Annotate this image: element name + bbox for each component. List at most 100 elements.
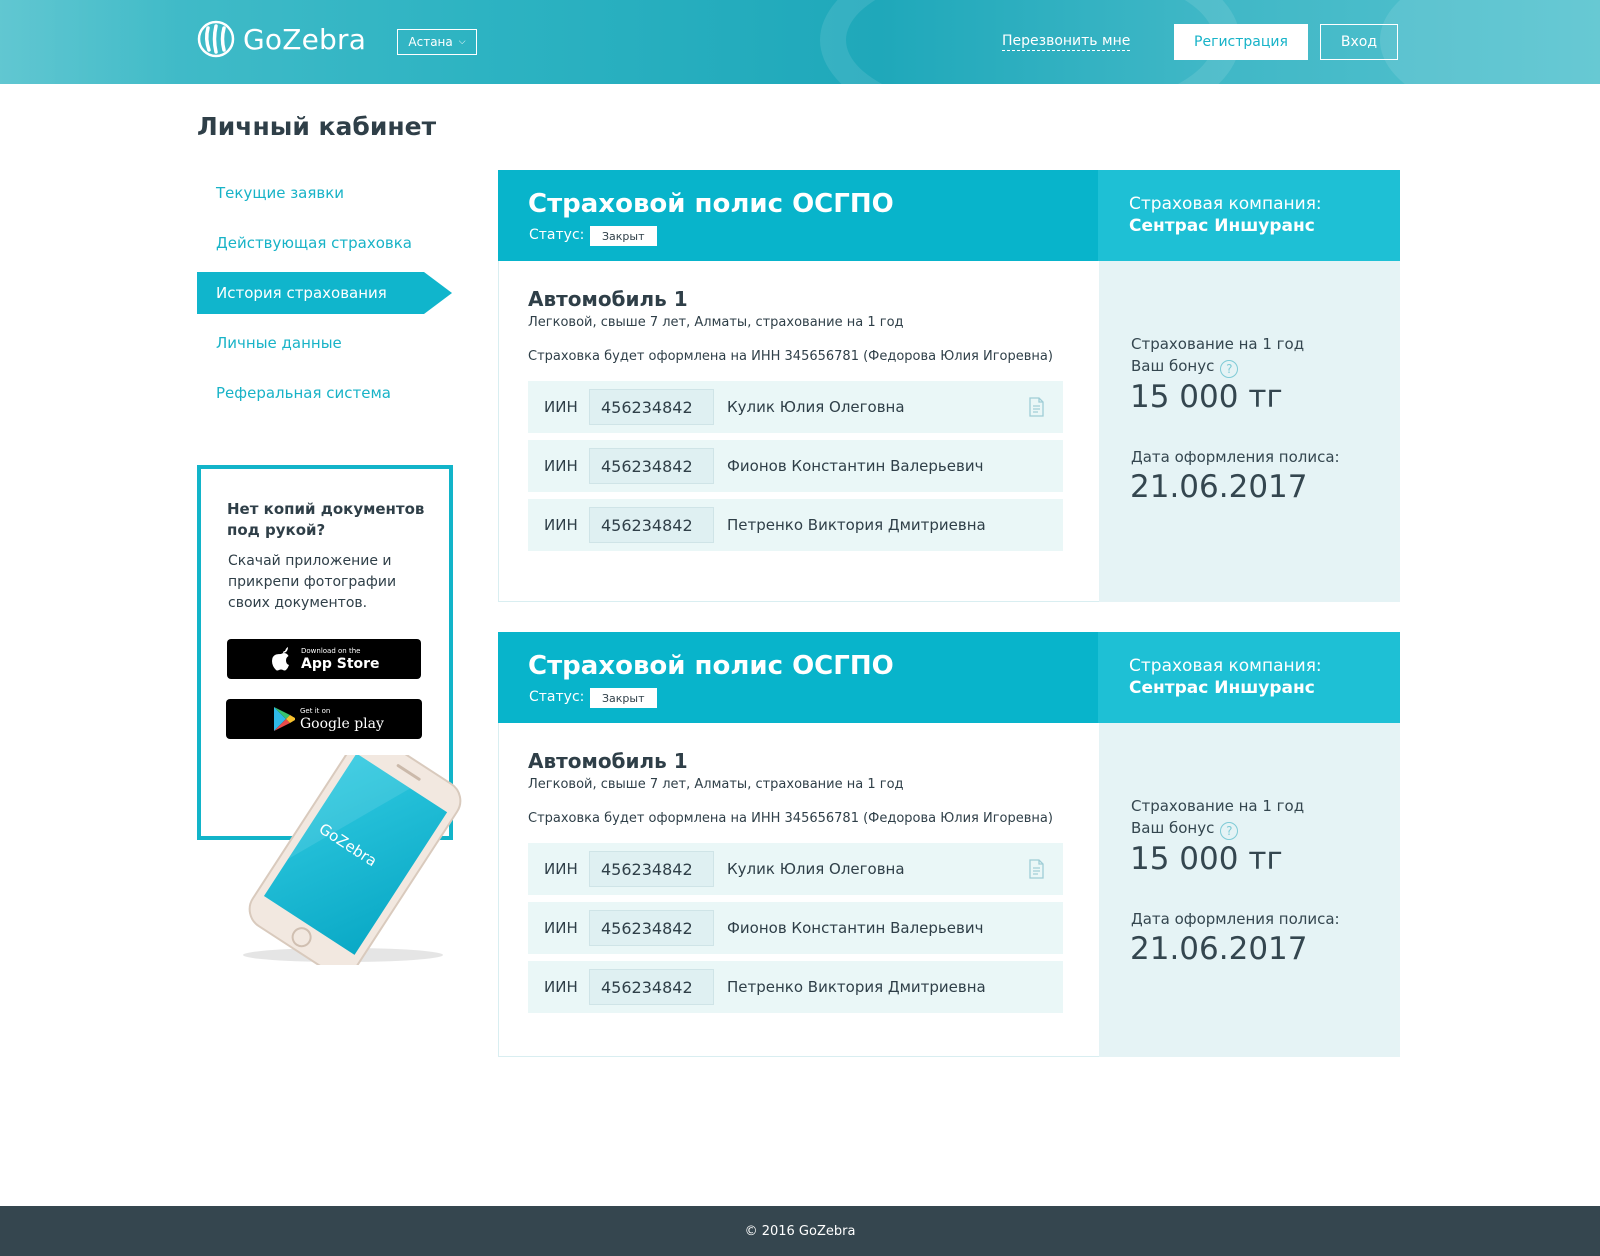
iin-label: ИИН — [544, 978, 578, 996]
callback-link[interactable]: Перезвонить мне — [1002, 33, 1131, 51]
iin-label: ИИН — [544, 516, 578, 534]
company-name: Сентрас Иншуранс — [1129, 216, 1315, 236]
term-label: Страхование на 1 год — [1131, 335, 1305, 353]
sidebar-item-current-requests[interactable]: Текущие заявки — [197, 172, 452, 214]
copyright: © 2016 GoZebra — [744, 1223, 856, 1239]
app-store-button[interactable]: Download on the App Store — [227, 639, 421, 679]
car-title: Автомобиль 1 — [528, 749, 688, 773]
status-badge: Закрыт — [590, 226, 657, 246]
person-row: ИИН 456234842 Фионов Константин Валерьев… — [528, 902, 1063, 954]
sidebar-item-referral[interactable]: Реферальная система — [197, 372, 452, 414]
person-name: Кулик Юлия Олеговна — [727, 860, 905, 878]
iin-value: 456234842 — [589, 969, 714, 1005]
header-decoration — [1380, 0, 1600, 84]
zebra-logo-icon — [197, 20, 235, 58]
person-name: Петренко Виктория Дмитриевна — [727, 978, 986, 996]
city-select-value: Астана — [408, 35, 453, 49]
city-select[interactable]: Астана ⌵ — [397, 29, 477, 55]
person-row: ИИН 456234842 Фионов Константин Валерьев… — [528, 440, 1063, 492]
help-icon[interactable]: ? — [1220, 360, 1239, 378]
iin-value: 456234842 — [589, 851, 714, 887]
person-row: ИИН 456234842 Петренко Виктория Дмитриев… — [528, 499, 1063, 551]
iin-label: ИИН — [544, 457, 578, 475]
document-icon[interactable] — [1028, 859, 1045, 879]
insured-note: Страховка будет оформлена на ИНН 3456567… — [528, 349, 1053, 364]
iin-label: ИИН — [544, 860, 578, 878]
company-label: Страховая компания: — [1129, 194, 1322, 214]
sidebar-item-personal-data[interactable]: Личные данные — [197, 322, 452, 364]
policy-card: Страховой полис ОСГПО Статус: Закрыт Стр… — [498, 632, 1400, 1057]
company-name: Сентрас Иншуранс — [1129, 678, 1315, 698]
date-value: 21.06.2017 — [1130, 469, 1308, 505]
document-icon[interactable] — [1028, 397, 1045, 417]
apple-icon — [272, 647, 289, 671]
phone-image: GoZebra — [243, 733, 462, 977]
date-value: 21.06.2017 — [1130, 931, 1308, 967]
car-details: Легковой, свыше 7 лет, Алматы, страхован… — [528, 315, 904, 330]
bonus-panel: Страхование на 1 год Ваш бонус? 15 000 т… — [1099, 723, 1400, 1057]
help-icon[interactable]: ? — [1220, 822, 1239, 840]
company-label: Страховая компания: — [1129, 656, 1322, 676]
person-row: ИИН 456234842 Кулик Юлия Олеговна — [528, 381, 1063, 433]
car-title: Автомобиль 1 — [528, 287, 688, 311]
policy-card-header: Страховой полис ОСГПО Статус: Закрыт Стр… — [498, 632, 1400, 723]
app-store-label: App Store — [301, 655, 380, 672]
person-name: Фионов Константин Валерьевич — [727, 919, 984, 937]
term-label: Страхование на 1 год — [1131, 797, 1305, 815]
status-label: Статус: — [529, 689, 585, 705]
site-header: GoZebra Астана ⌵ Перезвонить мне Регистр… — [0, 0, 1600, 84]
bonus-label: Ваш бонус — [1131, 819, 1215, 837]
insured-note: Страховка будет оформлена на ИНН 3456567… — [528, 811, 1053, 826]
policy-title: Страховой полис ОСГПО — [528, 651, 894, 681]
company-block: Страховая компания: Сентрас Иншуранс — [1098, 170, 1400, 261]
login-button[interactable]: Вход — [1320, 24, 1398, 60]
car-details: Легковой, свыше 7 лет, Алматы, страхован… — [528, 777, 904, 792]
promo-title: Нет копий документов под рукой? — [227, 500, 425, 539]
company-block: Страховая компания: Сентрас Иншуранс — [1098, 632, 1400, 723]
google-play-caption: Get it on — [300, 706, 331, 715]
status-badge: Закрыт — [590, 688, 657, 708]
person-name: Петренко Виктория Дмитриевна — [727, 516, 986, 534]
iin-value: 456234842 — [589, 910, 714, 946]
sidebar-item-active-insurance[interactable]: Действующая страховка — [197, 222, 452, 264]
brand-logo[interactable]: GoZebra — [197, 20, 366, 58]
sidebar-item-label: Реферальная система — [216, 384, 391, 402]
iin-value: 456234842 — [589, 507, 714, 543]
page-title: Личный кабинет — [197, 112, 437, 141]
sidebar-item-insurance-history[interactable]: История страхования — [197, 272, 452, 314]
policy-card-header: Страховой полис ОСГПО Статус: Закрыт Стр… — [498, 170, 1400, 261]
date-label: Дата оформления полиса: — [1131, 910, 1340, 928]
sidebar-item-label: Действующая страховка — [216, 234, 412, 252]
site-footer: © 2016 GoZebra — [0, 1206, 1600, 1256]
bonus-value: 15 000 тг — [1130, 379, 1283, 415]
bonus-panel: Страхование на 1 год Ваш бонус? 15 000 т… — [1099, 261, 1400, 602]
brand-name: GoZebra — [243, 22, 367, 56]
google-play-button[interactable]: Get it on Google play — [226, 699, 422, 739]
chevron-down-icon: ⌵ — [458, 37, 466, 47]
policy-title: Страховой полис ОСГПО — [528, 189, 894, 219]
google-play-label: Google play — [300, 715, 384, 732]
promo-text: Скачай приложение и прикрепи фотографии … — [228, 553, 397, 611]
person-row: ИИН 456234842 Петренко Виктория Дмитриев… — [528, 961, 1063, 1013]
phone-illustration: GoZebra — [225, 733, 475, 977]
sidebar-item-label: Текущие заявки — [216, 184, 345, 202]
google-play-icon — [274, 707, 295, 731]
header-decoration — [0, 0, 180, 84]
sidebar-item-label: Личные данные — [216, 334, 342, 352]
iin-value: 456234842 — [589, 448, 714, 484]
iin-label: ИИН — [544, 919, 578, 937]
sidebar-item-label: История страхования — [216, 284, 387, 302]
person-row: ИИН 456234842 Кулик Юлия Олеговна — [528, 843, 1063, 895]
app-store-caption: Download on the — [301, 646, 361, 655]
status-label: Статус: — [529, 227, 585, 243]
register-button[interactable]: Регистрация — [1174, 24, 1308, 60]
sidebar-nav: Текущие заявки Действующая страховка Ист… — [197, 172, 452, 422]
iin-label: ИИН — [544, 398, 578, 416]
bonus-label-row: Ваш бонус? — [1131, 817, 1239, 840]
person-name: Фионов Константин Валерьевич — [727, 457, 984, 475]
bonus-label-row: Ваш бонус? — [1131, 355, 1239, 378]
bonus-value: 15 000 тг — [1130, 841, 1283, 877]
policy-card: Страховой полис ОСГПО Статус: Закрыт Стр… — [498, 170, 1400, 602]
person-name: Кулик Юлия Олеговна — [727, 398, 905, 416]
date-label: Дата оформления полиса: — [1131, 448, 1340, 466]
